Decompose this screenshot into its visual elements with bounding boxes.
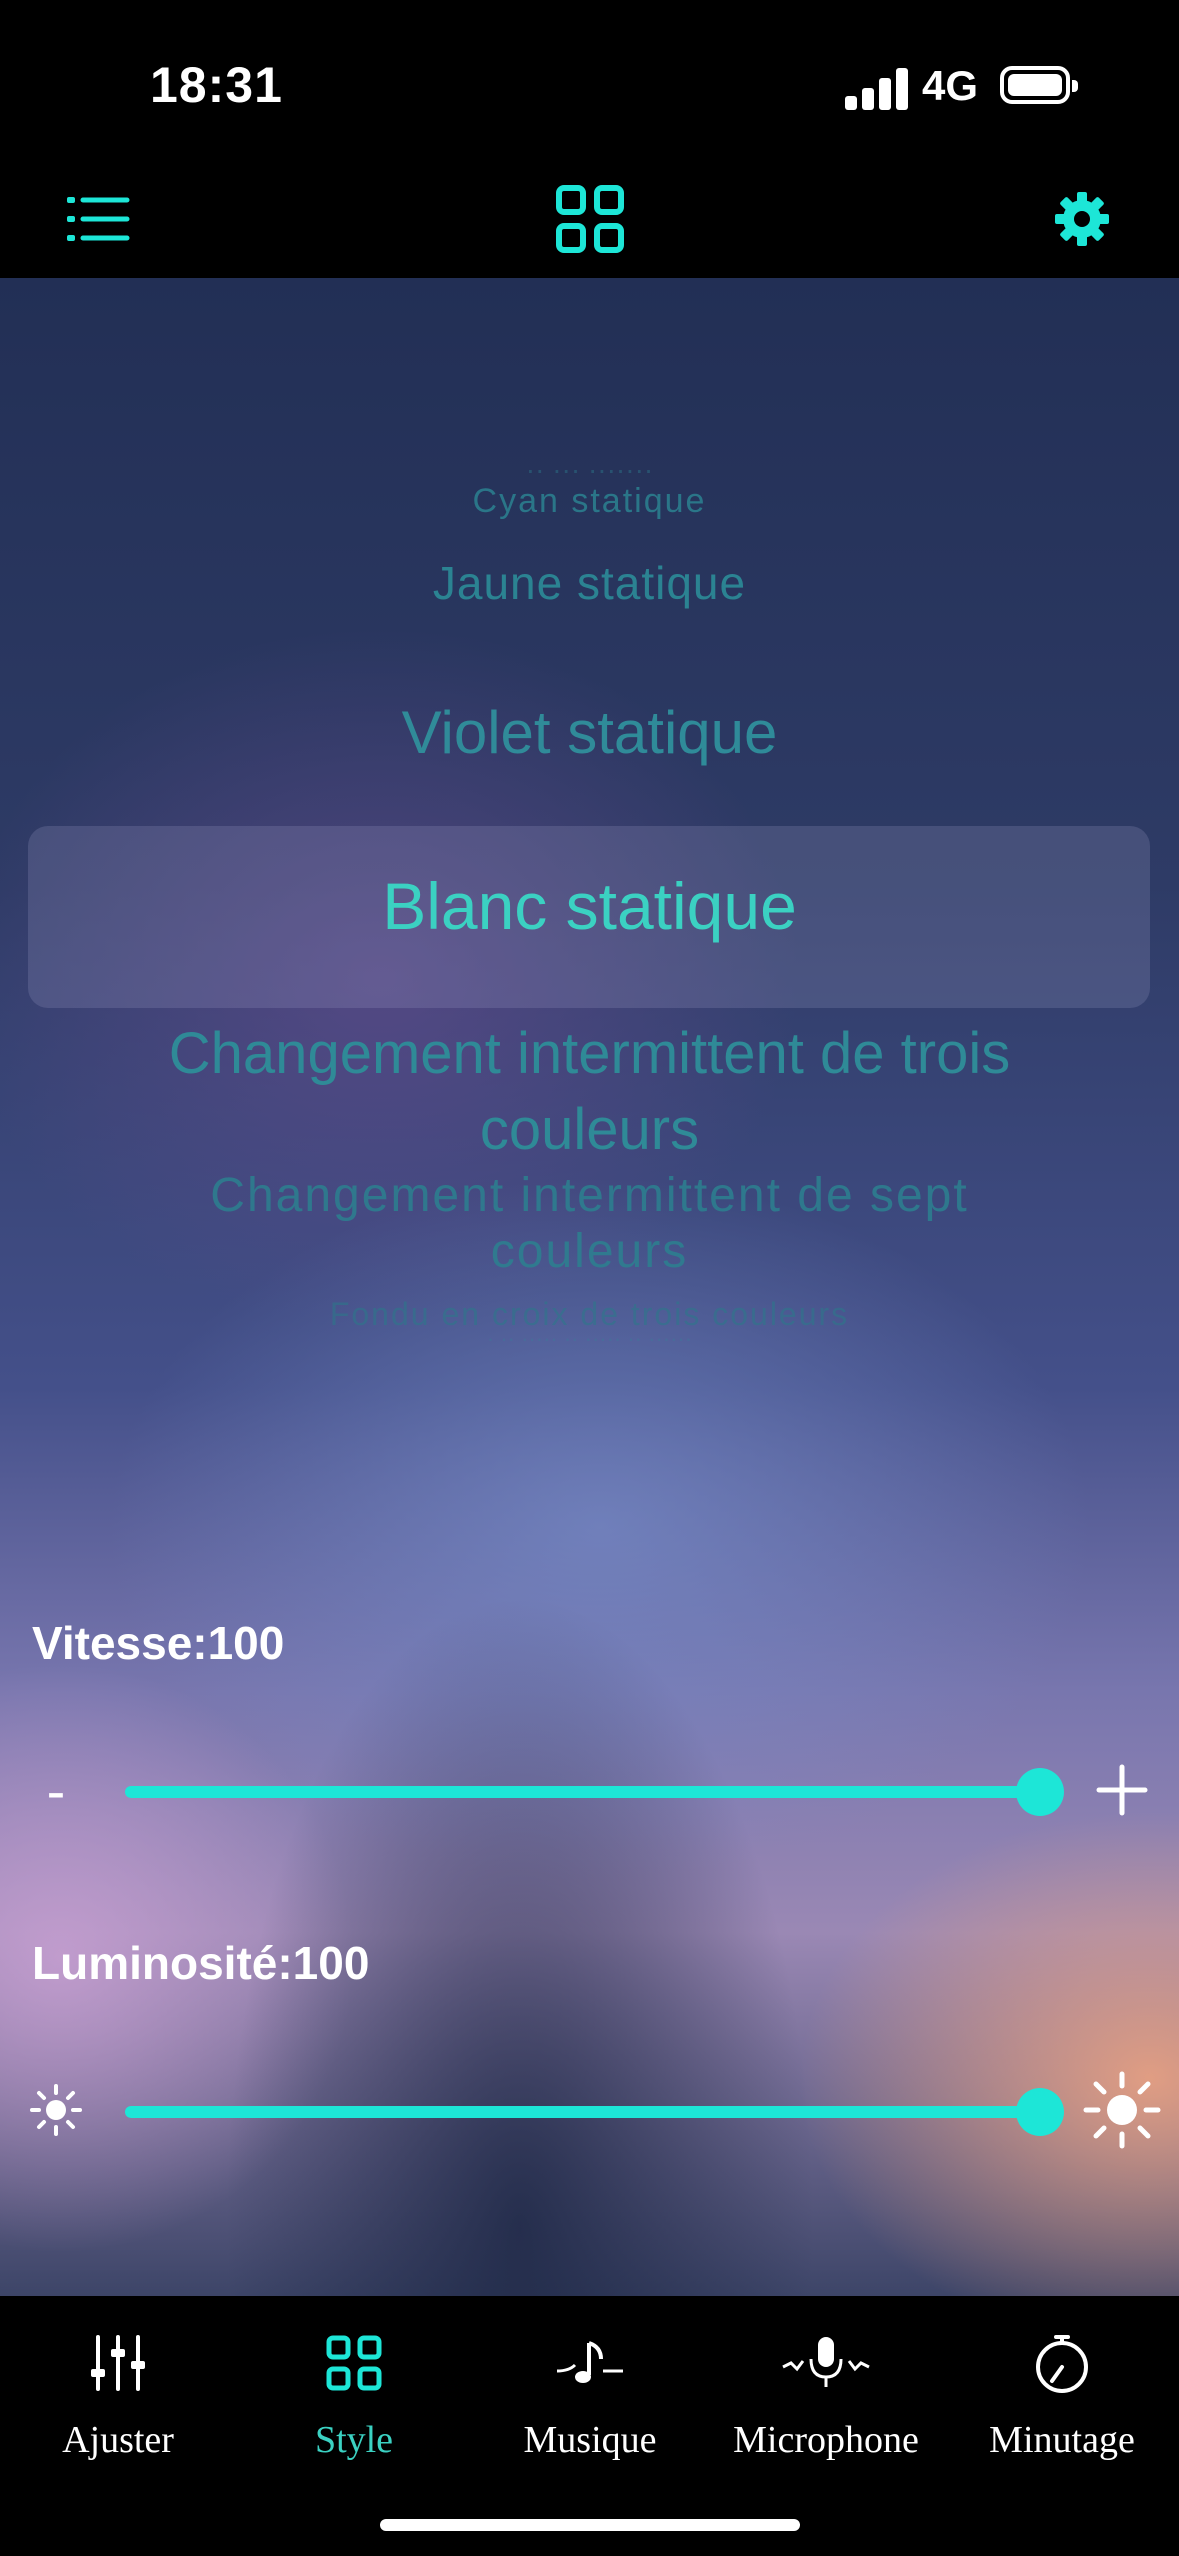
brightness-thumb[interactable] <box>1016 2088 1064 2136</box>
main-content: ·· ··· ······· Cyan statique Jaune stati… <box>0 278 1179 2296</box>
speed-decrease-button[interactable]: - <box>16 1750 96 1830</box>
picker-item-text: Changement intermittent de trois couleur… <box>168 1021 1011 1162</box>
mode-picker[interactable]: ·· ··· ······· Cyan statique Jaune stati… <box>0 438 1179 1638</box>
brightness-decrease-button[interactable] <box>16 2070 96 2150</box>
brightness-label: Luminosité:100 <box>32 1937 370 1989</box>
picker-item[interactable]: Jaune statique <box>0 556 1179 610</box>
tab-musique[interactable]: Musique <box>472 2322 708 2482</box>
status-time: 18:31 <box>150 57 283 113</box>
modes-grid-button[interactable] <box>530 160 650 278</box>
picker-item-text: Changement intermittent de sept couleurs <box>210 1169 969 1278</box>
grid-icon <box>326 2335 382 2391</box>
settings-button[interactable] <box>1022 160 1142 278</box>
picker-item[interactable]: Changement intermittent de sept couleurs <box>0 1168 1179 1280</box>
speed-label: Vitesse:100 <box>32 1617 285 1669</box>
menu-button[interactable] <box>38 160 158 278</box>
plus-icon <box>1096 1764 1148 1816</box>
speed-track[interactable] <box>125 1786 1040 1798</box>
tab-minutage[interactable]: Minutage <box>944 2322 1179 2482</box>
tab-label: Minutage <box>989 2419 1135 2461</box>
microphone-icon <box>782 2337 870 2387</box>
battery-icon <box>1000 66 1078 104</box>
brightness-track[interactable] <box>125 2106 1040 2118</box>
picker-selected-item[interactable]: Blanc statique <box>0 868 1179 944</box>
picker-item[interactable]: Violet statique <box>0 698 1179 767</box>
brightness-increase-button[interactable] <box>1082 2070 1162 2150</box>
status-bar: 18:31 4G <box>0 0 1179 160</box>
tab-ajuster[interactable]: Ajuster <box>0 2322 236 2482</box>
tab-label: Ajuster <box>62 2419 174 2461</box>
home-indicator <box>380 2519 800 2531</box>
timer-icon <box>1036 2335 1088 2393</box>
picker-item[interactable]: · ·· ····· ·· ····· ·· ······ <box>0 1326 1179 1352</box>
speed-thumb[interactable] <box>1016 1768 1064 1816</box>
brightness-slider[interactable] <box>0 2070 1179 2150</box>
tab-label: Style <box>314 2419 394 2461</box>
tab-style[interactable]: Style <box>236 2322 472 2482</box>
picker-item[interactable]: Changement intermittent de trois couleur… <box>0 1016 1179 1168</box>
signal-icon <box>845 66 909 110</box>
sun-small-icon <box>30 2084 82 2136</box>
tab-label: Microphone <box>733 2419 919 2461</box>
sun-large-icon <box>1083 2071 1161 2149</box>
picker-item[interactable]: Cyan statique <box>0 482 1179 521</box>
gear-icon <box>1055 192 1109 246</box>
grid-icon <box>556 185 624 253</box>
speed-increase-button[interactable] <box>1082 1750 1162 1830</box>
list-icon <box>67 197 130 241</box>
tab-bar: Ajuster Style Musique Microphone Minutag… <box>0 2296 1179 2556</box>
tab-microphone[interactable]: Microphone <box>708 2322 944 2482</box>
top-nav <box>0 160 1179 278</box>
minus-label: - <box>46 1758 66 1822</box>
tab-label: Musique <box>523 2419 657 2461</box>
network-type: 4G <box>922 62 979 109</box>
speed-slider[interactable]: - <box>0 1750 1179 1830</box>
sliders-icon <box>91 2335 145 2391</box>
music-note-icon <box>556 2341 623 2383</box>
